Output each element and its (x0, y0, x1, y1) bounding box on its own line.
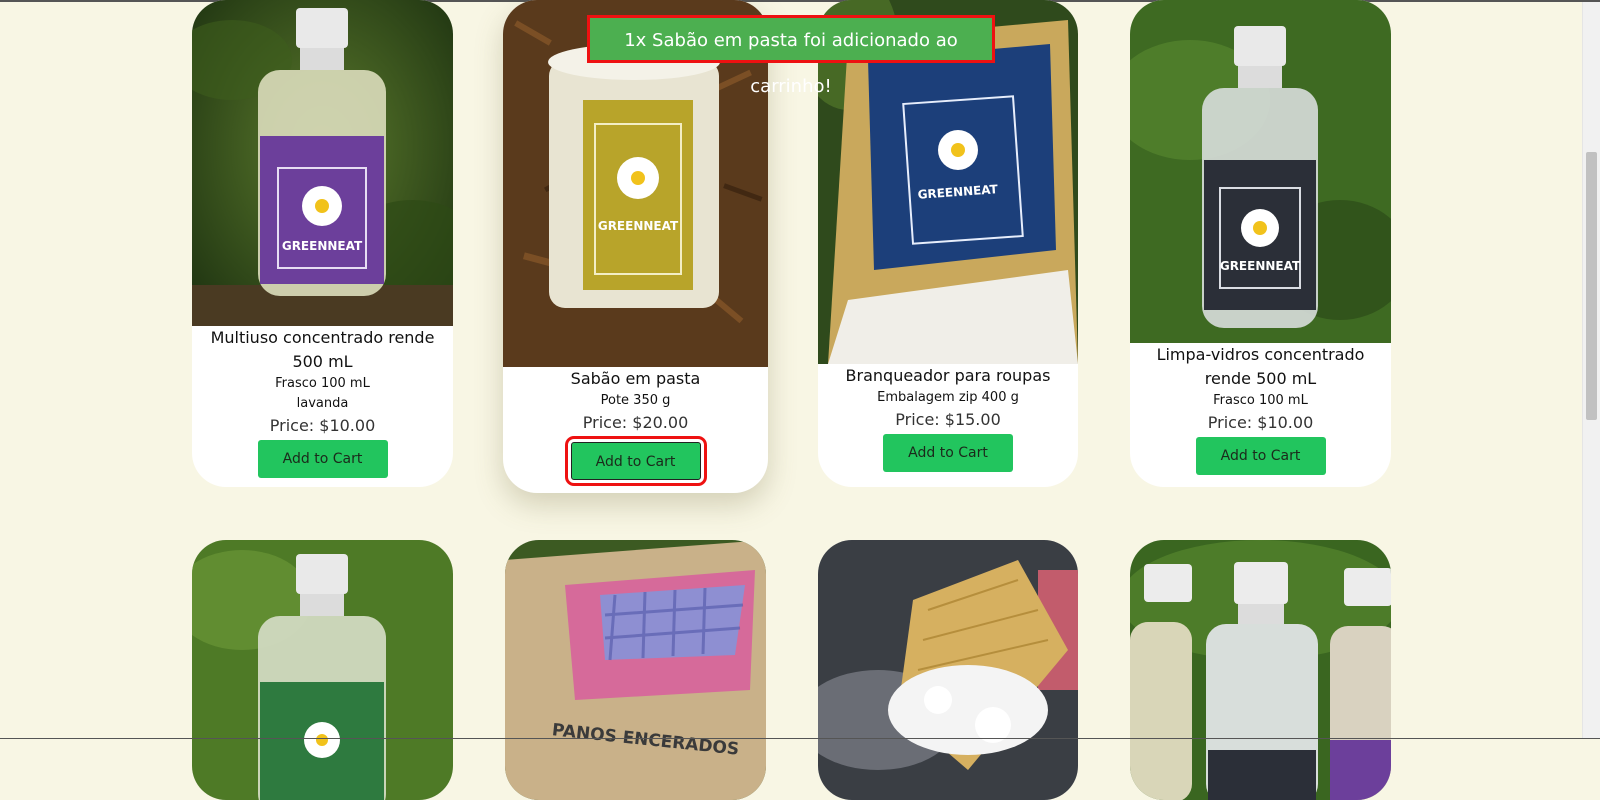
add-to-cart-button[interactable]: Add to Cart (257, 440, 388, 478)
product-image-loofah[interactable] (818, 540, 1078, 800)
product-price: Price: $10.00 (1207, 413, 1314, 432)
product-name: Sabão em pasta (570, 369, 701, 388)
product-image-panos-encerados[interactable]: PANOS ENCERADOS (505, 540, 766, 800)
product-card: GREENNEAT Multiuso concentrado rende 500… (192, 0, 453, 487)
product-price: Price: $20.00 (582, 413, 689, 432)
product-detail: Frasco 100 mL (275, 376, 370, 391)
brand-label: GREENNEAT (1220, 259, 1301, 273)
brand-label: GREENNEAT (598, 219, 679, 233)
product-card (818, 540, 1078, 800)
product-detail: Pote 350 g (600, 393, 671, 408)
product-detail: Embalagem zip 400 g (877, 390, 1019, 405)
product-name: Limpa-vidros concentrado rende 500 mL (1156, 345, 1365, 388)
brand-label: GREENNEAT (282, 239, 363, 253)
product-price: Price: $10.00 (269, 416, 376, 435)
product-name: Branqueador para roupas (845, 366, 1051, 385)
product-card (1130, 540, 1391, 800)
product-card: GREENNEAT Branqueador para roupas Embala… (818, 0, 1078, 487)
add-to-cart-button[interactable]: Add to Cart (1195, 437, 1326, 475)
product-card: GREENNEAT Limpa-vidros concentrado rende… (1130, 0, 1391, 487)
product-image-green-bottle[interactable] (192, 540, 453, 800)
product-image-multiuso[interactable]: GREENNEAT (192, 0, 453, 326)
product-price: Price: $15.00 (895, 410, 1001, 429)
product-detail: Frasco 100 mL (1213, 393, 1308, 408)
scrollbar-thumb[interactable] (1586, 152, 1597, 420)
add-to-cart-button[interactable]: Add to Cart (564, 436, 707, 486)
product-card (192, 540, 453, 800)
page-scrollbar[interactable] (1582, 2, 1600, 739)
product-image-bottle-set[interactable] (1130, 540, 1391, 800)
product-card: GREENNEAT Sabão em pasta Pote 350 g Pric… (503, 0, 768, 493)
add-to-cart-button[interactable]: Add to Cart (883, 434, 1013, 472)
added-to-cart-toast: 1x Sabão em pasta foi adicionado ao carr… (587, 15, 995, 97)
product-image-limpa-vidros[interactable]: GREENNEAT (1130, 0, 1391, 343)
product-card: PANOS ENCERADOS (505, 540, 766, 800)
product-name: Multiuso concentrado rende 500 mL (210, 328, 435, 371)
product-variant: lavanda (296, 396, 349, 411)
